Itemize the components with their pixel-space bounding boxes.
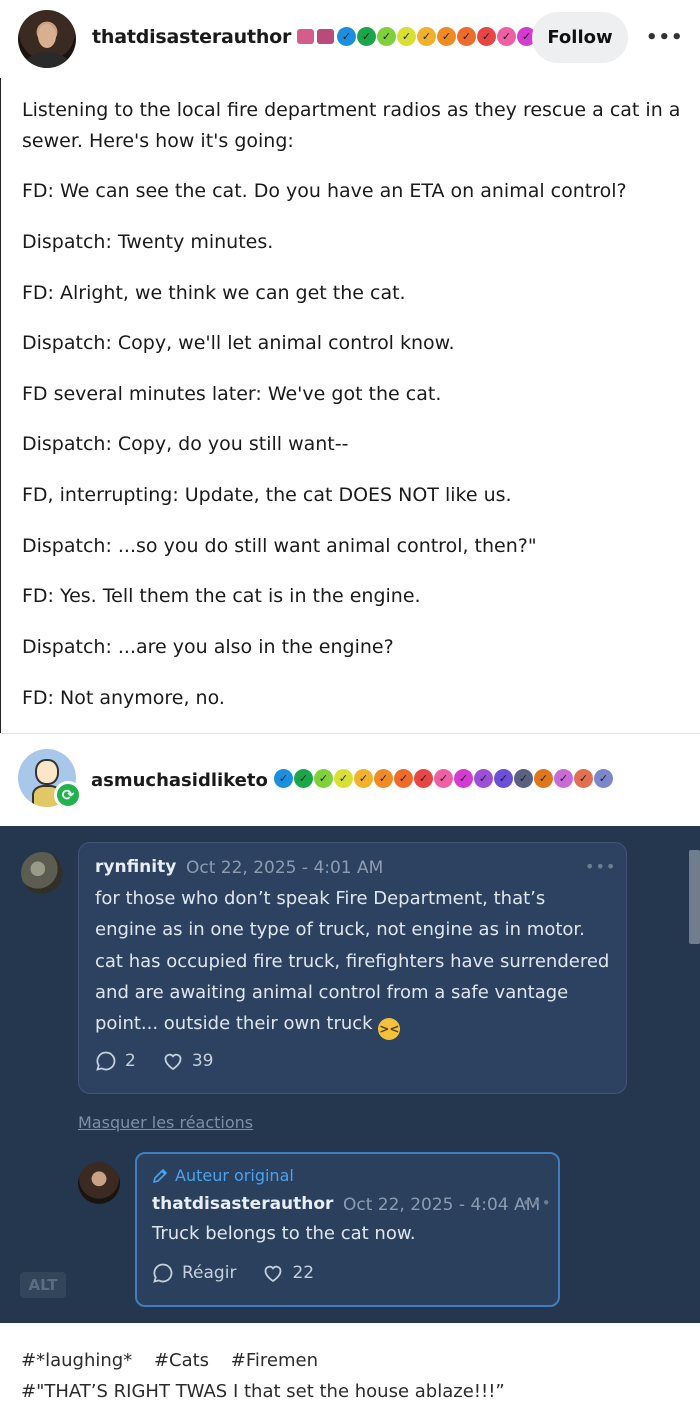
reblog-icon: ⟳ — [54, 781, 82, 809]
checkmark-badge-icon: ✓ — [457, 27, 476, 46]
original-author-text: Auteur original — [175, 1166, 294, 1185]
typewriter-badge-icon — [297, 29, 314, 44]
author-badges: ✓ ✓ ✓ ✓ ✓ ✓ ✓ ✓ ✓ ✓ — [297, 27, 536, 46]
heart-icon — [265, 1265, 282, 1283]
checkmark-badge-icon: ✓ — [397, 27, 416, 46]
post-paragraph: Dispatch: ...so you do still want animal… — [22, 535, 537, 557]
tag-link[interactable]: #Firemen — [231, 1350, 318, 1371]
post-body: Listening to the local fire department r… — [0, 78, 700, 733]
post-paragraph: Dispatch: Copy, do you still want-- — [22, 433, 349, 455]
op-avatar[interactable] — [78, 1162, 120, 1204]
laughing-emoji-icon: >< — [378, 1018, 401, 1041]
comment-text: for those who don’t speak Fire Departmen… — [95, 883, 610, 1041]
more-horizontal-icon[interactable]: ••• — [646, 27, 684, 48]
follow-button[interactable]: Follow — [532, 12, 628, 63]
checkmark-badge-icon: ✓ — [357, 27, 376, 46]
checkmark-badge-icon: ✓ — [437, 27, 456, 46]
like-count-value: 39 — [191, 1051, 214, 1071]
checkmark-badge-icon: ✓ — [434, 769, 453, 788]
checkmark-badge-icon: ✓ — [594, 769, 613, 788]
checkmark-badge-icon: ✓ — [274, 769, 293, 788]
reply-count[interactable]: 2 — [95, 1050, 136, 1072]
checkmark-badge-icon: ✓ — [354, 769, 373, 788]
checkmark-badge-icon: ✓ — [497, 27, 516, 46]
checkmark-badge-icon: ✓ — [314, 769, 333, 788]
checkmark-badge-icon: ✓ — [414, 769, 433, 788]
avatar-head — [35, 759, 59, 785]
post-paragraph: Listening to the local fire department r… — [22, 99, 681, 152]
checkmark-badge-icon: ✓ — [554, 769, 573, 788]
tag-link[interactable]: #*laughing* — [21, 1350, 132, 1371]
checkmark-badge-icon: ✓ — [294, 769, 313, 788]
avatar-shirt — [26, 52, 68, 68]
original-author-label: Auteur original — [151, 1166, 294, 1185]
typewriter-badge-icon — [317, 29, 334, 44]
author-avatar[interactable] — [18, 10, 76, 68]
reply-like-count[interactable]: 22 — [262, 1262, 314, 1284]
author-username[interactable]: thatdisasterauthor — [92, 26, 291, 48]
post-tags: #*laughing* #Cats #Firemen #"THAT’S RIGH… — [21, 1345, 521, 1407]
post-paragraph: Dispatch: Twenty minutes. — [22, 231, 274, 253]
pencil-icon — [153, 1168, 167, 1183]
comment-body: for those who don’t speak Fire Departmen… — [95, 888, 610, 1035]
speech-bubble-icon — [153, 1263, 173, 1283]
react-button[interactable]: Réagir — [152, 1262, 236, 1284]
reply-count-value: 2 — [125, 1051, 136, 1071]
reblogger-badges: ✓ ✓ ✓ ✓ ✓ ✓ ✓ ✓ ✓ ✓ ✓ ✓ ✓ ✓ ✓ ✓ ✓ — [274, 769, 613, 788]
checkmark-badge-icon: ✓ — [494, 769, 513, 788]
post-paragraph: FD: Alright, we think we can get the cat… — [22, 282, 406, 304]
comment-screenshot: rynfinity Oct 22, 2025 - 4:01 AM ••• for… — [0, 826, 700, 1323]
comment-card: rynfinity Oct 22, 2025 - 4:01 AM ••• for… — [78, 842, 627, 1094]
checkmark-badge-icon: ✓ — [454, 769, 473, 788]
commenter-avatar[interactable] — [21, 852, 63, 894]
checkmark-badge-icon: ✓ — [534, 769, 553, 788]
post-paragraph: FD: Not anymore, no. — [22, 687, 225, 709]
checkmark-badge-icon: ✓ — [374, 769, 393, 788]
alt-text-badge[interactable]: ALT — [20, 1272, 66, 1298]
post-paragraph: FD, interrupting: Update, the cat DOES N… — [22, 484, 512, 506]
reply-card: Auteur original thatdisasterauthor Oct 2… — [135, 1152, 560, 1307]
more-horizontal-icon[interactable]: ••• — [522, 1194, 552, 1212]
speech-bubble-icon — [96, 1051, 116, 1071]
comment-stats: 2 39 — [95, 1050, 239, 1072]
checkmark-badge-icon: ✓ — [394, 769, 413, 788]
post-paragraph: FD several minutes later: We've got the … — [22, 383, 442, 405]
checkmark-badge-icon: ✓ — [377, 27, 396, 46]
like-count[interactable]: 39 — [162, 1050, 214, 1072]
avatar-face — [38, 24, 56, 48]
heart-icon — [164, 1053, 182, 1071]
reply-date: Oct 22, 2025 - 4:04 AM — [343, 1195, 541, 1215]
tag-link[interactable]: #Cats — [154, 1350, 209, 1371]
post-paragraph: FD: We can see the cat. Do you have an E… — [22, 180, 627, 202]
comment-date: Oct 22, 2025 - 4:01 AM — [186, 858, 384, 878]
checkmark-badge-icon: ✓ — [337, 27, 356, 46]
checkmark-badge-icon: ✓ — [514, 769, 533, 788]
divider — [0, 733, 700, 734]
tag-link[interactable]: #"THAT’S RIGHT TWAS I that set the house… — [21, 1381, 505, 1402]
react-label: Réagir — [182, 1263, 237, 1283]
reply-like-value: 22 — [292, 1263, 315, 1283]
hide-reactions-link[interactable]: Masquer les réactions — [78, 1113, 253, 1132]
reply-text: Truck belongs to the cat now. — [152, 1223, 416, 1244]
comment-author[interactable]: rynfinity — [95, 857, 176, 877]
reply-actions: Réagir 22 — [152, 1262, 340, 1284]
checkmark-badge-icon: ✓ — [334, 769, 353, 788]
checkmark-badge-icon: ✓ — [477, 27, 496, 46]
post-paragraph: Dispatch: ...are you also in the engine? — [22, 636, 394, 658]
checkmark-badge-icon: ✓ — [417, 27, 436, 46]
checkmark-badge-icon: ✓ — [574, 769, 593, 788]
post-header: thatdisasterauthor ✓ ✓ ✓ ✓ ✓ ✓ ✓ ✓ ✓ ✓ Follow ••• — [0, 0, 700, 78]
post-paragraph: FD: Yes. Tell them the cat is in the eng… — [22, 585, 421, 607]
post-paragraph: Dispatch: Copy, we'll let animal control… — [22, 332, 455, 354]
checkmark-badge-icon: ✓ — [474, 769, 493, 788]
reply-author[interactable]: thatdisasterauthor — [152, 1194, 333, 1214]
reblogger-username[interactable]: asmuchasidliketo — [91, 770, 268, 791]
scrollbar[interactable] — [689, 850, 700, 944]
more-horizontal-icon[interactable]: ••• — [585, 857, 616, 876]
